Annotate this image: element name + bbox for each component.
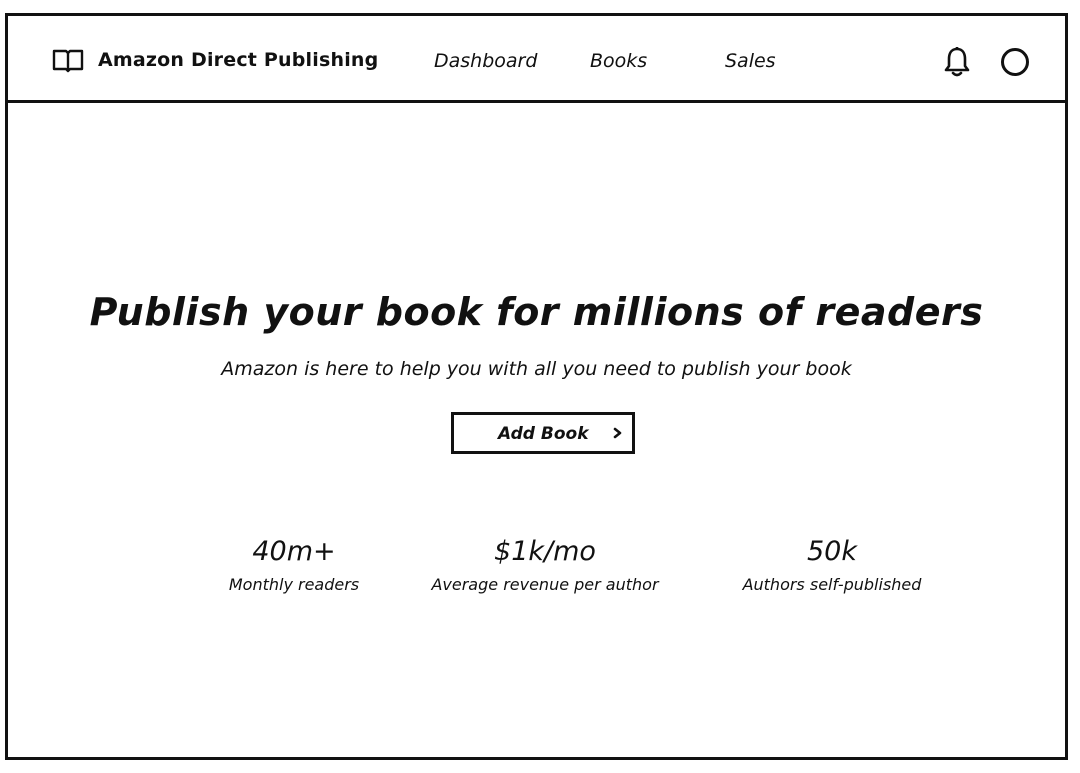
add-book-label: Add Book (498, 424, 589, 444)
hero-subtitle: Amazon is here to help you with all you … (221, 358, 852, 380)
open-book-icon (52, 49, 84, 73)
nav-books[interactable]: Books (590, 50, 647, 72)
brand[interactable]: Amazon Direct Publishing (52, 47, 378, 73)
stat-label: Authors self-published (742, 575, 922, 594)
bell-icon[interactable] (943, 46, 971, 78)
nav-dashboard[interactable]: Dashboard (434, 50, 537, 72)
stat-value: 40m+ (252, 536, 336, 567)
stat-value: $1k/mo (494, 536, 596, 567)
add-book-button[interactable]: Add Book (451, 412, 635, 454)
user-avatar-icon[interactable] (999, 46, 1031, 78)
top-navbar: Amazon Direct Publishing Dashboard Books… (8, 16, 1065, 103)
brand-name: Amazon Direct Publishing (98, 49, 379, 71)
stat-monthly-readers: 40m+ Monthly readers (202, 536, 386, 594)
stat-label: Monthly readers (228, 575, 360, 594)
stat-average-revenue: $1k/mo Average revenue per author (431, 536, 659, 594)
nav-sales[interactable]: Sales (725, 50, 776, 72)
chevron-right-icon (613, 427, 622, 439)
stat-value: 50k (807, 536, 857, 567)
app-window: Amazon Direct Publishing Dashboard Books… (5, 13, 1068, 760)
stat-authors-self-published: 50k Authors self-published (738, 536, 926, 594)
hero-title: Publish your book for millions of reader… (89, 290, 984, 334)
stat-label: Average revenue per author (431, 575, 659, 594)
